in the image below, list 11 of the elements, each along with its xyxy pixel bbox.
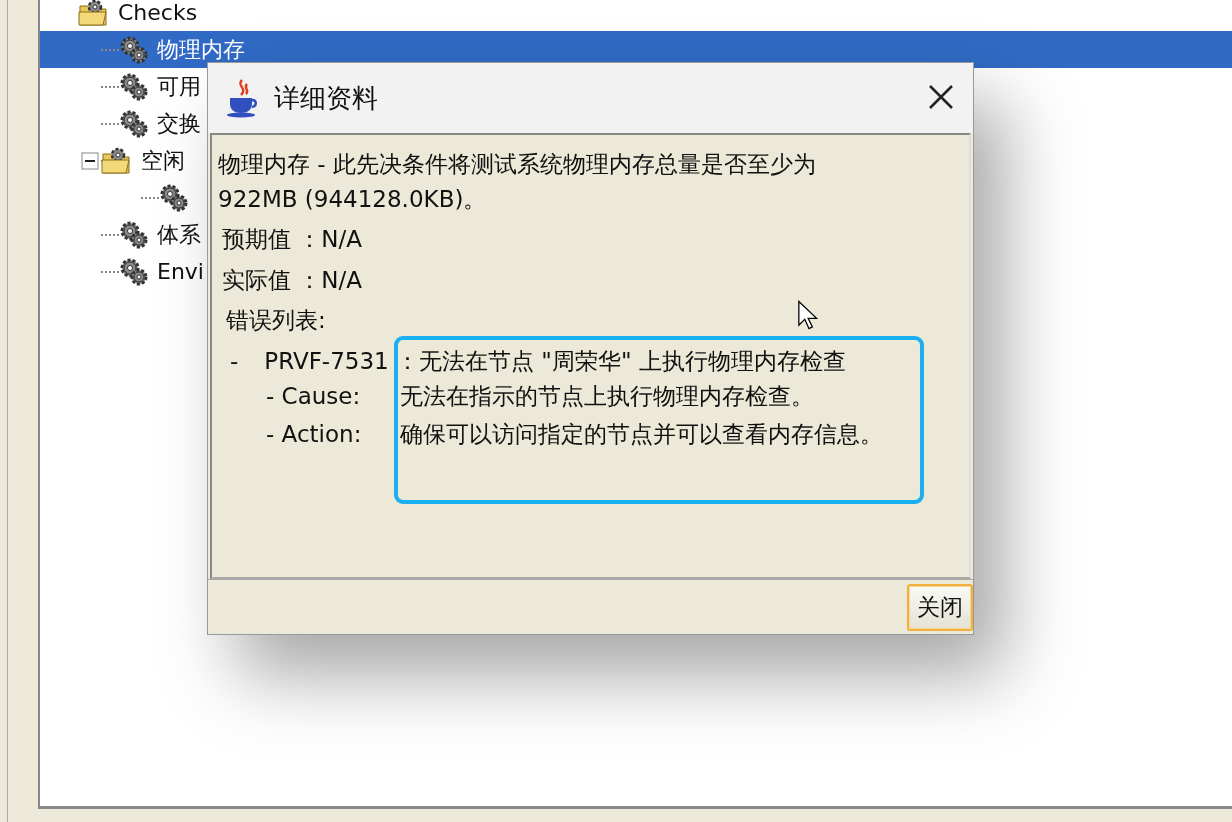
errors-heading: 错误列表:	[226, 306, 326, 335]
dialog-title: 详细资料	[274, 81, 379, 115]
bullet-text: -	[230, 346, 239, 376]
detail-text: 确保可以访问指定的节点并可以查看内存信息。	[400, 419, 884, 449]
error-line: PRVF-7531 ：无法在节点 "周荣华" 上执行物理内存检查	[264, 346, 846, 376]
field-line: 实际值 ：N/A	[222, 265, 363, 295]
description-text: 物理内存 - 此先决条件将测试系统物理内存总量是否至少为 922MB (944128.0KB)。	[218, 150, 817, 214]
field-line: 预期值 ：N/A	[222, 225, 363, 254]
detail-label: - Cause:	[266, 382, 362, 411]
detail-text: 无法在指示的节点上执行物理内存检查。	[400, 382, 815, 411]
detail-label: - Action:	[266, 419, 363, 449]
